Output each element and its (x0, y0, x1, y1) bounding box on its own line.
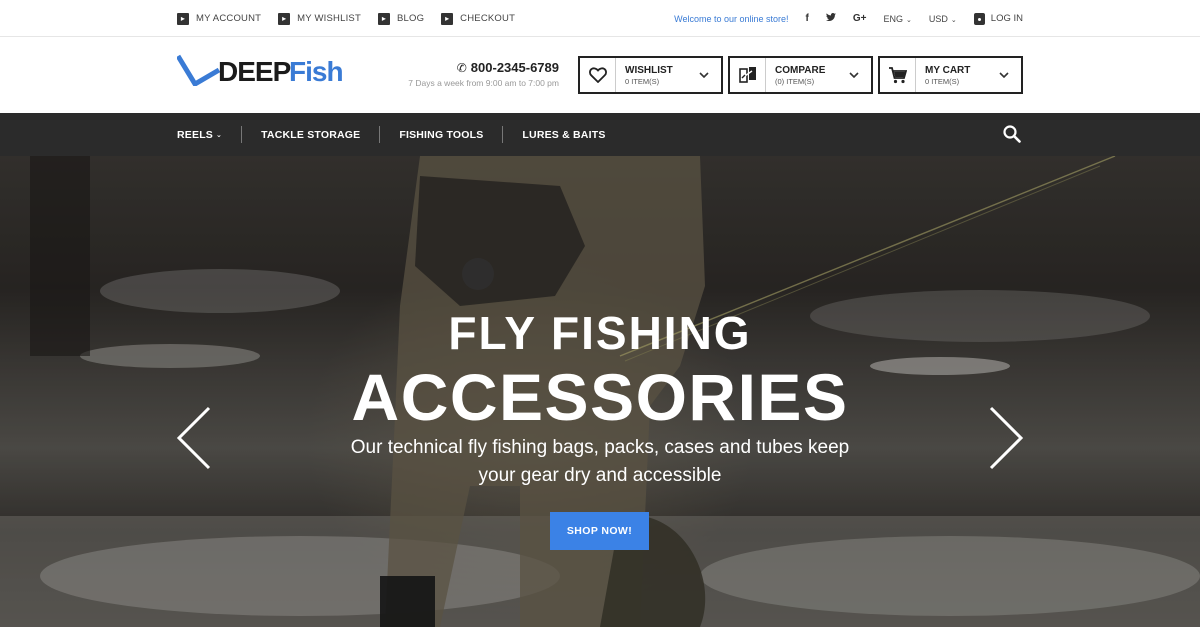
nav-item-label: TACKLE STORAGE (261, 128, 361, 141)
nav-divider (241, 126, 243, 143)
hero-slider: FLY FISHING ACCESSORIES Our technical fl… (0, 156, 1200, 627)
cart-text: MY CART 0 ITEM(S) (925, 65, 999, 86)
nav-divider (502, 126, 504, 143)
nav-item-label: FISHING TOOLS (399, 128, 484, 141)
cart-count: 0 ITEM(S) (925, 76, 960, 86)
logo-text-deep: DEEP (218, 56, 291, 87)
my-account-label: MY ACCOUNT (196, 13, 262, 24)
chevron-down-icon (849, 70, 859, 81)
currency-value: USD (928, 13, 948, 24)
checkout-link[interactable]: ▸ CHECKOUT (441, 12, 516, 25)
phone-number[interactable]: ✆ 800-2345-6789 (408, 60, 559, 75)
my-wishlist-link[interactable]: ▸ MY WISHLIST (278, 12, 361, 25)
chevron-down-icon: ⌄ (216, 131, 223, 139)
logo-text-fish: Fish (289, 56, 344, 87)
top-bar: ▸ MY ACCOUNT ▸ MY WISHLIST ▸ BLOG ▸ CHEC… (0, 0, 1200, 37)
language-value: ENG (883, 13, 904, 24)
nav-item-lures-baits[interactable]: LURES & BAITS (522, 129, 605, 141)
google-plus-icon[interactable]: G+ (853, 13, 867, 24)
site-header: DEEP Fish ✆ 800-2345-6789 7 Days a week … (0, 38, 1200, 113)
wishlist-count: 0 ITEM(S) (625, 76, 660, 86)
compare-count: (0) ITEM(S) (775, 76, 815, 86)
opening-hours: 7 Days a week from 9:00 am to 7:00 pm (408, 78, 559, 88)
compare-text: COMPARE (0) ITEM(S) (775, 65, 849, 86)
lock-icon (973, 12, 985, 25)
cart-title: MY CART (925, 64, 971, 76)
arrow-square-icon: ▸ (278, 12, 291, 25)
nav-item-tackle-storage[interactable]: TACKLE STORAGE (261, 129, 360, 141)
arrow-square-icon: ▸ (377, 12, 390, 25)
cart-icon (880, 58, 916, 92)
welcome-message: Welcome to our online store! (674, 13, 789, 24)
contact-block: ✆ 800-2345-6789 7 Days a week from 9:00 … (408, 60, 559, 88)
login-link[interactable]: LOG IN (973, 12, 1023, 25)
language-select[interactable]: ENG ⌄ (884, 14, 912, 24)
main-nav: REELS ⌄ TACKLE STORAGE FISHING TOOLS LUR… (0, 113, 1200, 156)
hero-title-line1: FLY FISHING (448, 307, 752, 359)
chevron-down-icon (999, 70, 1009, 81)
site-logo[interactable]: DEEP Fish (177, 52, 357, 88)
login-label: LOG IN (990, 13, 1023, 24)
currency-select[interactable]: USD ⌄ (929, 14, 957, 24)
wishlist-title: WISHLIST (625, 64, 673, 76)
wishlist-text: WISHLIST 0 ITEM(S) (625, 65, 699, 86)
search-icon[interactable] (1003, 125, 1021, 143)
hero-title-line2: ACCESSORIES (351, 360, 849, 434)
chevron-down-icon: ⌄ (950, 16, 957, 24)
arrow-square-icon: ▸ (441, 12, 454, 25)
compare-icon (730, 58, 766, 92)
checkout-label: CHECKOUT (460, 13, 516, 24)
blog-label: BLOG (396, 13, 425, 24)
compare-title: COMPARE (775, 64, 826, 76)
my-wishlist-label: MY WISHLIST (297, 13, 361, 24)
phone-icon: ✆ (456, 60, 467, 75)
top-right: Welcome to our online store! f G+ ENG ⌄ U… (674, 0, 1023, 37)
compare-button[interactable]: COMPARE (0) ITEM(S) (728, 56, 873, 94)
twitter-icon[interactable] (825, 12, 836, 25)
nav-items: REELS ⌄ TACKLE STORAGE FISHING TOOLS LUR… (177, 113, 606, 156)
nav-item-fishing-tools[interactable]: FISHING TOOLS (399, 129, 483, 141)
phone-label: 800-2345-6789 (470, 60, 559, 75)
chevron-down-icon (699, 70, 709, 81)
chevron-down-icon: ⌄ (906, 16, 912, 24)
arrow-square-icon: ▸ (177, 12, 189, 25)
hero-subtitle: Our technical fly fishing bags, packs, c… (350, 437, 850, 486)
wishlist-button[interactable]: WISHLIST 0 ITEM(S) (578, 56, 723, 94)
nav-item-reels[interactable]: REELS ⌄ (177, 129, 222, 141)
top-links: ▸ MY ACCOUNT ▸ MY WISHLIST ▸ BLOG ▸ CHEC… (177, 0, 532, 37)
nav-item-label: REELS (177, 128, 214, 141)
blog-link[interactable]: ▸ BLOG (377, 12, 425, 25)
shop-now-button[interactable]: SHOP NOW! (550, 512, 649, 550)
my-account-link[interactable]: ▸ MY ACCOUNT (177, 12, 262, 25)
facebook-icon[interactable]: f (806, 13, 809, 24)
nav-item-label: LURES & BAITS (522, 128, 606, 141)
cart-button[interactable]: MY CART 0 ITEM(S) (878, 56, 1023, 94)
nav-divider (379, 126, 381, 143)
logo-mark-icon (177, 54, 221, 86)
heart-icon (580, 58, 616, 92)
